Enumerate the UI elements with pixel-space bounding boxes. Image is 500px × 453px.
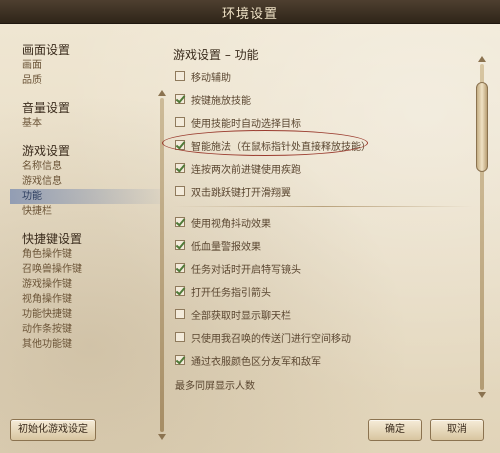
option-show-chat[interactable]: 全部获取时显示聊天栏 xyxy=(175,306,291,322)
option-label: 全部获取时显示聊天栏 xyxy=(191,310,291,322)
checkbox[interactable] xyxy=(175,263,185,273)
checkbox[interactable] xyxy=(175,332,185,342)
option-label: 任务对话时开启特写镜头 xyxy=(191,264,301,276)
nav-item-display[interactable]: 画面 xyxy=(10,58,160,73)
nav-item-functions[interactable]: 功能 xyxy=(10,189,160,204)
nav-header-game[interactable]: 游戏设置 xyxy=(10,143,160,159)
option-label: 使用视角抖动效果 xyxy=(191,218,271,230)
option-label: 通过衣服颜色区分友军和敌军 xyxy=(191,356,321,368)
option-label: 双击跳跃键打开滑翔翼 xyxy=(191,187,291,199)
option-double-jump-glider[interactable]: 双击跳跃键打开滑翔翼 xyxy=(175,183,291,199)
nav-header-display[interactable]: 画面设置 xyxy=(10,42,160,58)
panel-title: 游戏设置 – 功能 xyxy=(173,48,259,62)
divider xyxy=(173,206,473,207)
nav-header-volume[interactable]: 音量设置 xyxy=(10,100,160,116)
option-label: 移动辅助 xyxy=(191,72,231,84)
option-camera-shake[interactable]: 使用视角抖动效果 xyxy=(175,214,271,230)
option-label: 使用技能时自动选择目标 xyxy=(191,118,301,130)
nav-item-game-keys[interactable]: 游戏操作键 xyxy=(10,277,160,292)
scroll-down-icon[interactable] xyxy=(478,392,486,398)
checkbox[interactable] xyxy=(175,355,185,365)
nav-item-camera-keys[interactable]: 视角操作键 xyxy=(10,292,160,307)
nav-item-quality[interactable]: 品质 xyxy=(10,73,160,88)
nav-header-hotkeys[interactable]: 快捷键设置 xyxy=(10,231,160,247)
nav-group-game: 游戏设置 名称信息 游戏信息 功能 快捷栏 xyxy=(10,143,160,219)
option-low-hp-alarm[interactable]: 低血量警报效果 xyxy=(175,237,261,253)
checkbox[interactable] xyxy=(175,71,185,81)
checkbox[interactable] xyxy=(175,186,185,196)
option-key-cast[interactable]: 按键施放技能 xyxy=(175,91,251,107)
max-players-label: 最多同屏显示人数 xyxy=(175,381,255,392)
option-quest-arrow[interactable]: 打开任务指引箭头 xyxy=(175,283,271,299)
checkbox[interactable] xyxy=(175,163,185,173)
checkbox[interactable] xyxy=(175,94,185,104)
option-label: 连按两次前进键使用疾跑 xyxy=(191,164,301,176)
scroll-thumb[interactable] xyxy=(476,82,488,172)
option-label: 只使用我召唤的传送门进行空间移动 xyxy=(191,333,351,345)
highlight-annotation xyxy=(162,130,368,156)
nav-item-function-hotkeys[interactable]: 功能快捷键 xyxy=(10,307,160,322)
nav-item-character-keys[interactable]: 角色操作键 xyxy=(10,247,160,262)
checkbox[interactable] xyxy=(175,286,185,296)
cancel-button[interactable]: 取消 xyxy=(430,419,484,441)
option-move-assist[interactable]: 移动辅助 xyxy=(175,68,231,84)
option-label: 按键施放技能 xyxy=(191,95,251,107)
nav-item-actionbar-keys[interactable]: 动作条按键 xyxy=(10,322,160,337)
option-double-tap-sprint[interactable]: 连按两次前进键使用疾跑 xyxy=(175,160,301,176)
option-quest-closeup[interactable]: 任务对话时开启特写镜头 xyxy=(175,260,301,276)
settings-nav: 画面设置 画面 品质 音量设置 基本 游戏设置 名称信息 游戏信息 功能 快捷栏… xyxy=(10,42,166,440)
nav-item-name-info[interactable]: 名称信息 xyxy=(10,159,160,174)
nav-item-summon-keys[interactable]: 召唤兽操作键 xyxy=(10,262,160,277)
checkbox[interactable] xyxy=(175,309,185,319)
title-bar: 环境设置 xyxy=(0,0,500,24)
option-clothing-color[interactable]: 通过衣服颜色区分友军和敌军 xyxy=(175,352,321,368)
option-auto-target[interactable]: 使用技能时自动选择目标 xyxy=(175,114,301,130)
nav-group-volume: 音量设置 基本 xyxy=(10,100,160,131)
ok-button[interactable]: 确定 xyxy=(368,419,422,441)
nav-item-game-info[interactable]: 游戏信息 xyxy=(10,174,160,189)
scroll-up-icon[interactable] xyxy=(478,56,486,62)
nav-item-basic[interactable]: 基本 xyxy=(10,116,160,131)
option-own-portal[interactable]: 只使用我召唤的传送门进行空间移动 xyxy=(175,329,351,345)
nav-group-display: 画面设置 画面 品质 xyxy=(10,42,160,88)
option-label: 低血量警报效果 xyxy=(191,241,261,253)
options-scrollbar[interactable] xyxy=(476,56,488,398)
checkbox[interactable] xyxy=(175,240,185,250)
reset-settings-button[interactable]: 初始化游戏设定 xyxy=(10,419,96,441)
checkbox[interactable] xyxy=(175,117,185,127)
nav-group-hotkeys: 快捷键设置 角色操作键 召唤兽操作键 游戏操作键 视角操作键 功能快捷键 动作条… xyxy=(10,231,160,352)
nav-scroll-track[interactable] xyxy=(160,98,164,432)
window-title: 环境设置 xyxy=(221,7,278,22)
checkbox[interactable] xyxy=(175,217,185,227)
options-panel: 游戏设置 – 功能 移动辅助 按键施放技能 使用技能时自动选择目标 智能施法（在… xyxy=(162,42,490,398)
nav-item-quickbar[interactable]: 快捷栏 xyxy=(10,204,160,219)
scroll-down-icon[interactable] xyxy=(158,434,166,440)
nav-item-other-keys[interactable]: 其他功能键 xyxy=(10,337,160,352)
option-label: 打开任务指引箭头 xyxy=(191,287,271,299)
